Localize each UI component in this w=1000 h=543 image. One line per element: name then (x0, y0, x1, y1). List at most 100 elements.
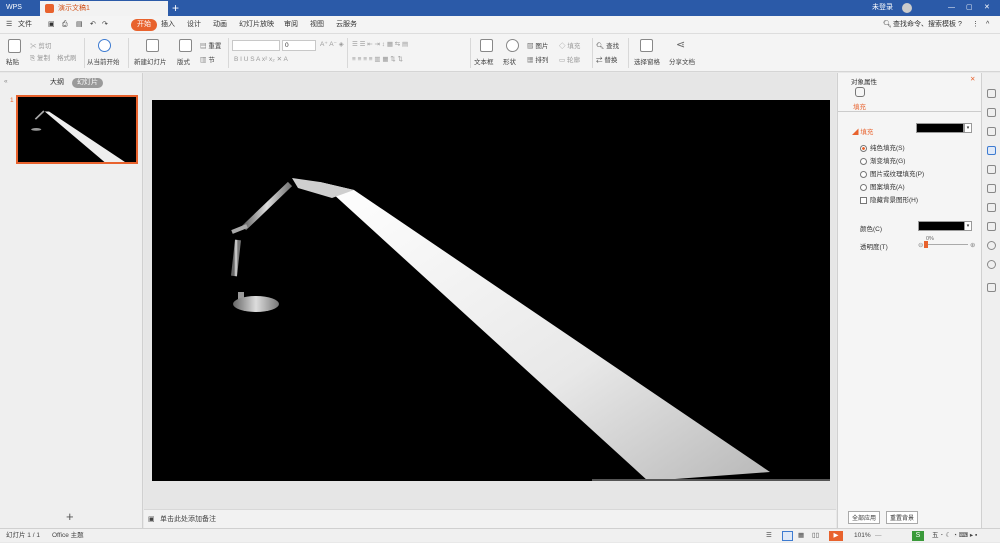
select-pane-button[interactable]: 选择窗格 (634, 56, 660, 66)
share-icon[interactable]: ⋖ (676, 38, 685, 51)
option-pattern-fill[interactable]: 图案填充(A) (860, 181, 905, 191)
slide[interactable] (152, 100, 830, 481)
share-button[interactable]: 分享文档 (669, 56, 695, 66)
apply-all-button[interactable]: 全部应用 (848, 511, 881, 524)
color-swatch[interactable] (918, 221, 966, 231)
fill-bucket-icon[interactable] (855, 87, 865, 97)
grid-icon[interactable] (987, 283, 996, 292)
undo-icon[interactable]: ↶ (90, 16, 96, 34)
tab-animation[interactable]: 动画 (213, 16, 227, 34)
wps-app-button[interactable]: WPS (0, 0, 38, 16)
notes-toggle-icon[interactable]: ☰ (766, 529, 772, 543)
new-slide-button[interactable]: 新建幻灯片 (134, 56, 167, 66)
tab-home[interactable]: 开始 (131, 19, 157, 31)
input-method-icon[interactable]: S (912, 531, 924, 541)
copy-button[interactable]: ⎘ 复制 (30, 52, 50, 63)
properties-icon[interactable] (987, 146, 996, 155)
tab-slideshow[interactable]: 幻灯片放映 (239, 16, 274, 34)
help-icon[interactable]: ? (958, 16, 962, 34)
option-gradient-fill[interactable]: 渐变填充(G) (860, 155, 905, 165)
hide-background-checkbox[interactable]: 隐藏背景图形(H) (860, 194, 918, 204)
preview-icon[interactable]: ▤ (76, 16, 83, 34)
tab-view[interactable]: 视图 (310, 16, 324, 34)
zoom-level[interactable]: 101% (854, 529, 871, 543)
play-slideshow-icon[interactable]: ▶ (829, 531, 843, 541)
tab-cloud[interactable]: 云服务 (336, 16, 357, 34)
shape-button[interactable]: 形状 (503, 56, 516, 66)
fill-button[interactable]: ◇ 填充 (559, 40, 580, 50)
star-icon[interactable] (987, 184, 996, 193)
fill-dropdown-icon[interactable]: ▾ (964, 123, 972, 133)
find-button[interactable]: 🔍︎ 查找 (596, 40, 619, 50)
tab-design[interactable]: 设计 (187, 16, 201, 34)
reading-view-icon[interactable]: ▯▯ (812, 529, 819, 543)
transparency-plus-icon[interactable]: ⊕ (970, 241, 975, 249)
history-icon[interactable] (987, 241, 996, 250)
collapse-panel-icon[interactable]: « (4, 78, 8, 85)
option-solid-fill[interactable]: 纯色填充(S) (860, 142, 905, 152)
layout-button[interactable]: 版式 (177, 56, 190, 66)
font-name-combo[interactable] (232, 40, 280, 51)
new-tab-button[interactable]: + (172, 0, 179, 16)
fill-color-swatch[interactable] (916, 123, 964, 133)
color-dropdown-icon[interactable]: ▾ (964, 221, 972, 231)
paragraph-align-icons[interactable]: ≡ ≡ ≡ ≡ ▥ ▦ ⇅ ⇅ (352, 55, 403, 63)
share-icon[interactable] (987, 222, 996, 231)
play-icon[interactable] (98, 39, 111, 52)
slide-thumbnail[interactable] (16, 95, 138, 164)
paste-icon[interactable] (8, 39, 21, 53)
section-button[interactable]: ▥ 节 (200, 54, 215, 64)
add-slide-button[interactable]: + (66, 509, 74, 524)
collapse-ribbon-icon[interactable]: ^ (986, 16, 989, 34)
tab-review[interactable]: 审阅 (284, 16, 298, 34)
lamp-base[interactable] (233, 296, 279, 312)
fill-section-header[interactable]: ◢ 填充 (852, 126, 873, 136)
reset-background-button[interactable]: 重置背景 (886, 511, 919, 524)
notes-area[interactable]: ▣ 单击此处添加备注 (144, 509, 836, 528)
redo-icon[interactable]: ↷ (102, 16, 108, 34)
file-menu[interactable]: 文件 (18, 16, 32, 34)
font-style-icons[interactable]: B I U S A x² x₂ ✕ A (234, 55, 288, 63)
command-search[interactable]: 查找命令、搜索模板 (893, 16, 956, 34)
box-icon[interactable] (987, 203, 996, 212)
login-link[interactable]: 未登录 (872, 0, 893, 16)
shape-icon[interactable] (506, 39, 519, 52)
normal-view-icon[interactable] (782, 531, 793, 541)
transparency-slider-handle[interactable] (924, 241, 928, 248)
select-pane-icon[interactable] (640, 39, 653, 52)
grow-font-icon[interactable]: A⁺ A⁻ ◈ (320, 40, 344, 48)
picture-button[interactable]: ▨ 图片 (527, 40, 548, 50)
reset-button[interactable]: ▤ 重置 (200, 40, 221, 50)
tab-outline[interactable]: 大纲 (50, 78, 64, 88)
font-size-combo[interactable]: 0 (282, 40, 316, 51)
cut-button[interactable]: ✂ 剪切 (30, 40, 51, 50)
menu-icon[interactable]: ☰ (6, 16, 12, 34)
option-picture-fill[interactable]: 图片或纹理填充(P) (860, 168, 924, 178)
document-icon[interactable] (987, 165, 996, 174)
replace-button[interactable]: ⇄ 替换 (596, 54, 617, 64)
print-icon[interactable]: ⎙ (62, 16, 68, 34)
home-icon[interactable] (987, 89, 996, 98)
shapes-icon[interactable] (987, 127, 996, 136)
ime-toolbar-icons[interactable]: 五 ･ ☾ ◔ ⌨ ▸ ▪ (932, 529, 977, 543)
arrange-button[interactable]: ▦ 排列 (527, 54, 548, 64)
outline-button[interactable]: ▭ 轮廓 (559, 54, 580, 64)
sorter-view-icon[interactable]: ▦ (798, 529, 804, 543)
minimize-icon[interactable]: — (948, 0, 955, 16)
document-tab[interactable]: 演示文稿1 (40, 1, 168, 16)
tab-slides[interactable]: 幻灯片 (72, 78, 103, 88)
save-icon[interactable]: ▣ (48, 16, 55, 34)
more-icon[interactable]: ⋮ (972, 16, 979, 34)
tab-fill[interactable]: 填充 (853, 101, 866, 111)
tab-insert[interactable]: 插入 (161, 16, 175, 34)
lamp-lower-arm[interactable] (231, 239, 241, 277)
new-slide-icon[interactable] (146, 39, 159, 52)
maximize-icon[interactable]: ▢ (966, 0, 973, 16)
from-current-button[interactable]: 从当前开始 (87, 56, 120, 66)
paste-button[interactable]: 粘贴 (6, 56, 19, 66)
lamp-upper-arm[interactable] (241, 181, 293, 231)
paragraph-list-icons[interactable]: ☰ ☰ ⇤ ⇥ ↕ ▦ ⇆ ▤ (352, 40, 408, 48)
transparency-slider[interactable] (926, 244, 968, 245)
layout-icon[interactable] (179, 39, 192, 52)
text-box-button[interactable]: 文本框 (474, 56, 494, 66)
